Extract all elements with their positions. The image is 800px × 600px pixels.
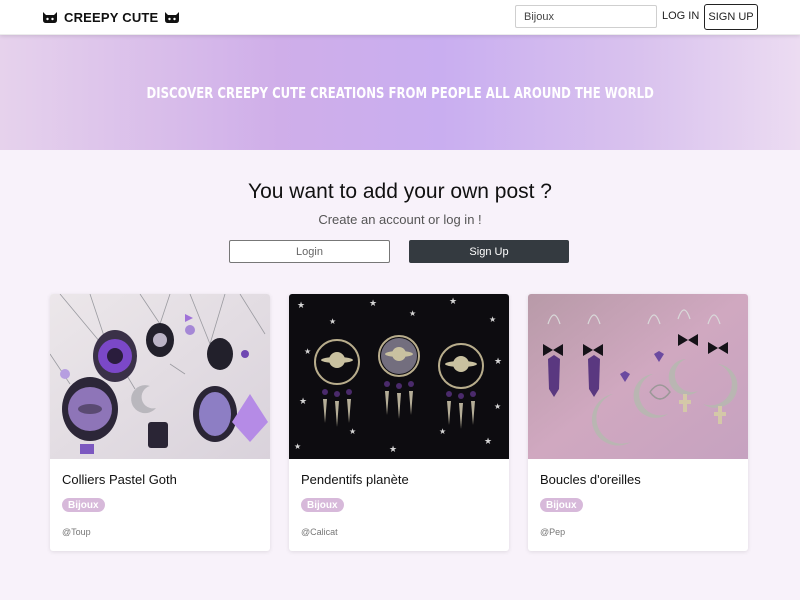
cta-title: You want to add your own post ? [248,180,552,203]
svg-text:★: ★ [329,317,336,326]
moon-earrings-photo[interactable] [528,294,748,459]
svg-text:★: ★ [484,437,492,447]
svg-text:★: ★ [294,442,301,451]
svg-text:★: ★ [369,299,377,309]
login-link[interactable]: LOG IN [662,10,699,22]
svg-text:★: ★ [304,347,311,356]
svg-text:★: ★ [349,427,356,436]
search-input[interactable] [515,5,657,28]
brand-name: CREEPY CUTE [64,9,159,25]
signup-button[interactable]: SIGN UP [704,4,758,30]
cat-icon [165,11,180,23]
svg-text:★: ★ [389,445,397,455]
card-title[interactable]: Pendentifs planète [301,472,409,487]
signup-cta-button[interactable]: Sign Up [409,240,569,263]
card-author[interactable]: @Calicat [301,527,338,537]
brand-logo[interactable]: CREEPY CUTE [42,8,180,26]
post-card[interactable]: Colliers Pastel Goth Bijoux @Toup [50,294,270,551]
cta-subtitle: Create an account or log in ! [318,212,482,227]
planet-pendants-photo[interactable]: ★ ★ ★ ★ ★ ★ ★ ★ ★ ★ ★ ★ ★ ★ ★ [289,294,509,459]
cat-icon [43,11,57,23]
svg-text:★: ★ [439,427,446,436]
hero-banner: Discover creepy cute creations from peop… [0,35,800,150]
post-card[interactable]: ★ ★ ★ ★ ★ ★ ★ ★ ★ ★ ★ ★ ★ ★ ★ Pendentifs… [289,294,509,551]
svg-text:★: ★ [449,297,457,307]
card-author[interactable]: @Toup [62,527,91,537]
svg-text:★: ★ [489,315,496,324]
svg-text:★: ★ [494,402,501,411]
card-author[interactable]: @Pep [540,527,565,537]
card-title[interactable]: Colliers Pastel Goth [62,472,177,487]
pastel-goth-necklaces-photo[interactable] [50,294,270,459]
svg-text:★: ★ [297,301,305,311]
svg-text:★: ★ [409,309,416,318]
category-badge[interactable]: Bijoux [301,498,344,512]
svg-text:★: ★ [494,357,502,367]
card-title[interactable]: Boucles d'oreilles [540,472,641,487]
category-badge[interactable]: Bijoux [62,498,105,512]
category-badge[interactable]: Bijoux [540,498,583,512]
svg-text:★: ★ [299,397,307,407]
post-card[interactable]: Boucles d'oreilles Bijoux @Pep [528,294,748,551]
login-button[interactable]: Login [229,240,390,263]
hero-title: Discover creepy cute creations from peop… [146,83,654,102]
navbar: CREEPY CUTE LOG IN SIGN UP [0,0,800,35]
